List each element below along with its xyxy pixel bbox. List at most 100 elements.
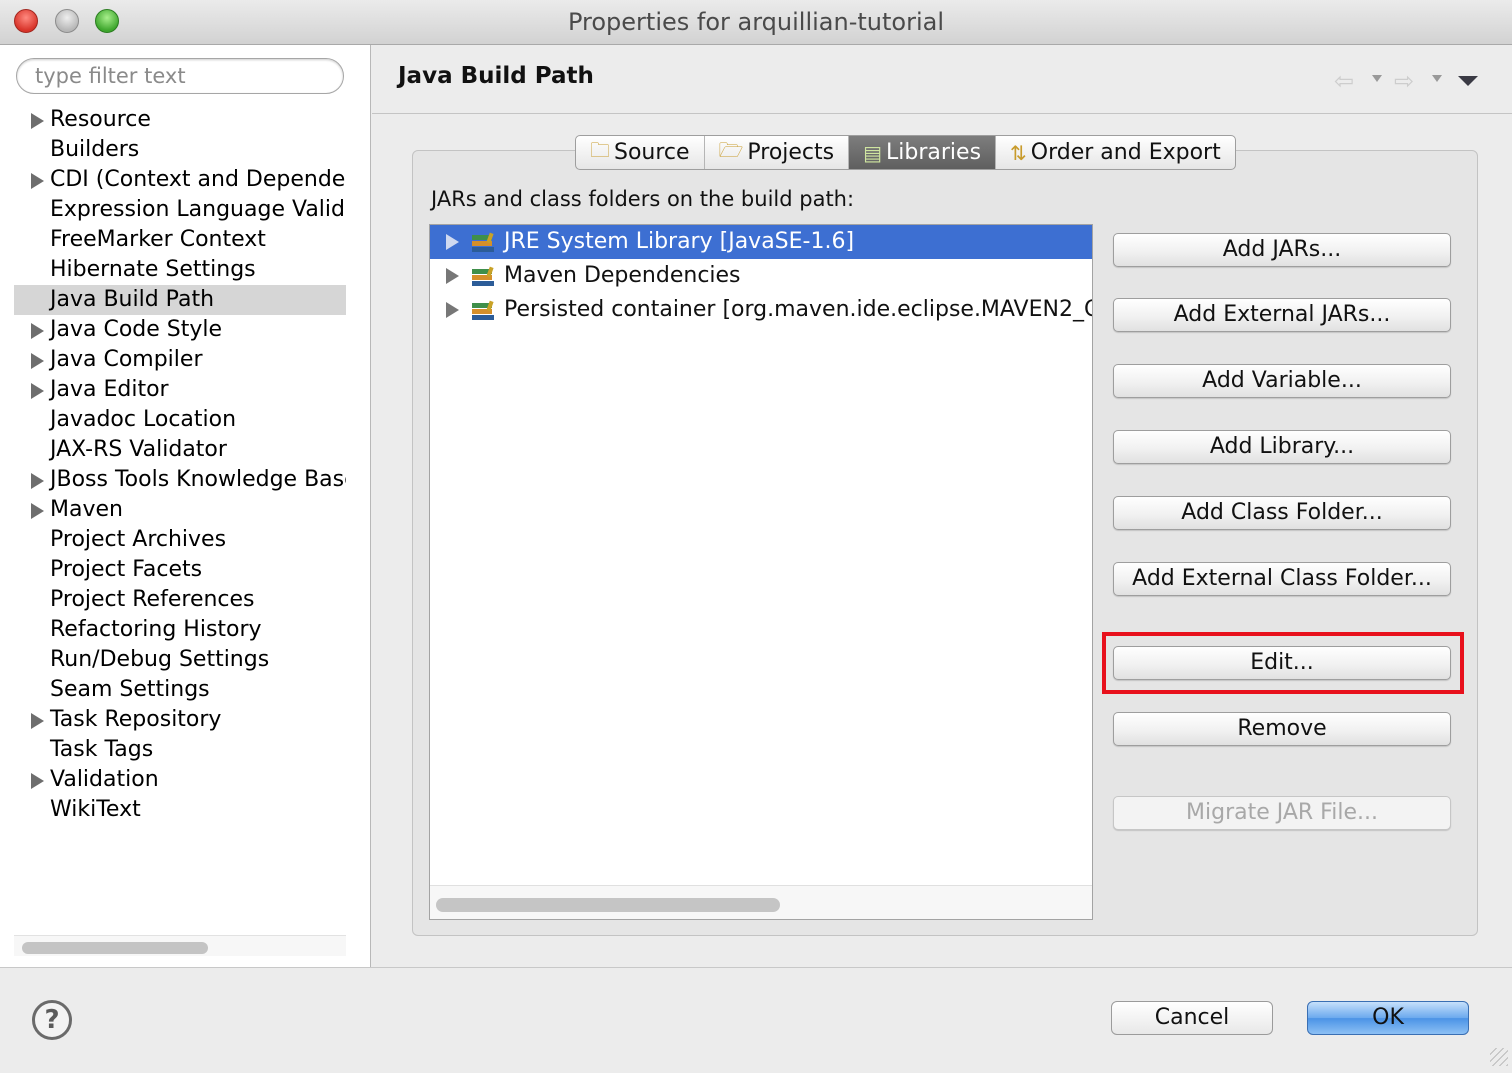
remove-button[interactable]: Remove	[1113, 712, 1451, 746]
build-path-library-tree[interactable]: JRE System Library [JavaSE-1.6] Maven Dep…	[429, 224, 1093, 920]
library-tree-horizontal-scrollbar[interactable]	[430, 885, 1092, 919]
expand-triangle-icon[interactable]	[31, 173, 44, 189]
tree-item-label: Maven	[50, 497, 123, 522]
tab-libraries[interactable]: ▤ Libraries	[849, 136, 997, 169]
tab-bar: 🗀 Source 🗁 Projects ▤ Libraries ⇅ Order and Exp…	[575, 135, 1236, 170]
tree-item-label: Java Compiler	[50, 347, 203, 372]
library-row[interactable]: Maven Dependencies	[430, 259, 1092, 293]
tree-item[interactable]: FreeMarker Context	[14, 225, 346, 255]
library-label: Maven Dependencies	[504, 263, 741, 288]
edit-highlight-annotation	[1102, 632, 1464, 694]
tree-item[interactable]: Project Archives	[14, 525, 346, 555]
library-row[interactable]: JRE System Library [JavaSE-1.6]	[430, 225, 1092, 259]
tree-item-label: JBoss Tools Knowledge Base	[50, 467, 346, 492]
tree-item[interactable]: Task Tags	[14, 735, 346, 765]
help-button[interactable]: ?	[32, 1000, 72, 1040]
expand-triangle-icon[interactable]	[31, 383, 44, 399]
add-external-jars-button[interactable]: Add External JARs...	[1113, 298, 1451, 332]
resize-grip[interactable]	[1490, 1048, 1508, 1066]
tree-item[interactable]: Run/Debug Settings	[14, 645, 346, 675]
tree-item[interactable]: Seam Settings	[14, 675, 346, 705]
add-jars-button[interactable]: Add JARs...	[1113, 233, 1451, 267]
library-row[interactable]: Persisted container [org.maven.ide.eclip…	[430, 293, 1092, 327]
tree-item-label: Project Facets	[50, 557, 203, 582]
tree-item[interactable]: Java Editor	[14, 375, 346, 405]
tree-item[interactable]: JAX-RS Validator	[14, 435, 346, 465]
tree-item[interactable]: Refactoring History	[14, 615, 346, 645]
tree-item[interactable]: Java Code Style	[14, 315, 346, 345]
tree-item[interactable]: Maven	[14, 495, 346, 525]
tree-item-label: Task Repository	[50, 707, 222, 732]
cancel-button[interactable]: Cancel	[1111, 1001, 1273, 1035]
tree-item-label: Builders	[50, 137, 140, 162]
tree-item[interactable]: Project References	[14, 585, 346, 615]
expand-triangle-icon[interactable]	[446, 234, 459, 250]
add-variable-button[interactable]: Add Variable...	[1113, 364, 1451, 398]
page-header: Java Build Path ⇦ ⇨	[372, 45, 1512, 114]
dialog-button-bar: ? Cancel OK	[0, 967, 1512, 1073]
expand-triangle-icon[interactable]	[31, 773, 44, 789]
expand-triangle-icon[interactable]	[31, 323, 44, 339]
add-library-button[interactable]: Add Library...	[1113, 430, 1451, 464]
tree-item[interactable]: Validation	[14, 765, 346, 795]
tree-item[interactable]: Javadoc Location	[14, 405, 346, 435]
filter-input[interactable]	[16, 58, 344, 94]
tree-item-label: Java Build Path	[50, 287, 215, 312]
tab-label: Projects	[747, 140, 835, 165]
tree-item[interactable]: Expression Language Valida	[14, 195, 346, 225]
scrollbar-thumb[interactable]	[436, 898, 780, 912]
tree-item-label: Project References	[50, 587, 255, 612]
tree-item-label: JAX-RS Validator	[50, 437, 227, 462]
expand-triangle-icon[interactable]	[446, 268, 459, 284]
add-external-class-folder-button[interactable]: Add External Class Folder...	[1113, 562, 1451, 596]
source-folder-icon: 🗀	[590, 137, 610, 162]
tree-item[interactable]: Builders	[14, 135, 346, 165]
tree-item-label: Hibernate Settings	[50, 257, 256, 282]
tree-item-label: CDI (Context and Dependen	[50, 167, 346, 192]
expand-triangle-icon[interactable]	[31, 503, 44, 519]
navigator-horizontal-scrollbar[interactable]	[14, 935, 346, 956]
expand-triangle-icon[interactable]	[31, 473, 44, 489]
tree-item-label: Java Editor	[50, 377, 169, 402]
ok-button[interactable]: OK	[1307, 1001, 1469, 1035]
tree-item[interactable]: Hibernate Settings	[14, 255, 346, 285]
tree-item-label: Resource	[50, 107, 151, 132]
view-menu-icon[interactable]	[1458, 76, 1478, 86]
tree-item-label: Java Code Style	[50, 317, 223, 342]
tab-source[interactable]: 🗀 Source	[576, 136, 705, 169]
forward-arrow-icon[interactable]: ⇨	[1394, 69, 1414, 93]
tree-item[interactable]: Java Compiler	[14, 345, 346, 375]
tree-item-label: Task Tags	[50, 737, 154, 762]
tab-label: Order and Export	[1030, 140, 1221, 165]
scrollbar-thumb[interactable]	[22, 942, 208, 954]
expand-triangle-icon[interactable]	[446, 302, 459, 318]
library-container-icon	[470, 266, 498, 287]
tree-item-label: Project Archives	[50, 527, 227, 552]
tree-item-label: Refactoring History	[50, 617, 262, 642]
build-path-list-label: JARs and class folders on the build path…	[431, 187, 855, 211]
back-history-dropdown[interactable]	[1372, 75, 1382, 82]
tree-item[interactable]: WikiText	[14, 795, 346, 825]
tree-item[interactable]: CDI (Context and Dependen	[14, 165, 346, 195]
property-page-navigator: Resource Builders CDI (Context and Depende…	[0, 45, 371, 967]
back-arrow-icon[interactable]: ⇦	[1334, 69, 1354, 93]
tree-item[interactable]: Task Repository	[14, 705, 346, 735]
tab-projects[interactable]: 🗁 Projects	[705, 136, 850, 169]
forward-history-dropdown[interactable]	[1432, 75, 1442, 82]
libraries-icon: ▤	[863, 140, 883, 165]
library-container-icon	[470, 300, 498, 321]
tree-item-label: Validation	[50, 767, 159, 792]
tab-label: Source	[614, 140, 690, 165]
expand-triangle-icon[interactable]	[31, 113, 44, 129]
tree-item[interactable]: Java Build Path	[14, 285, 346, 315]
tree-item[interactable]: JBoss Tools Knowledge Base	[14, 465, 346, 495]
add-class-folder-button[interactable]: Add Class Folder...	[1113, 496, 1451, 530]
expand-triangle-icon[interactable]	[31, 713, 44, 729]
tree-item-label: Javadoc Location	[50, 407, 237, 432]
projects-folder-icon: 🗁	[718, 137, 744, 162]
tree-item[interactable]: Resource	[14, 105, 346, 135]
tab-order-and-export[interactable]: ⇅ Order and Export	[996, 136, 1235, 169]
title-bar: Properties for arquillian-tutorial	[0, 0, 1512, 45]
tree-item[interactable]: Project Facets	[14, 555, 346, 585]
expand-triangle-icon[interactable]	[31, 353, 44, 369]
